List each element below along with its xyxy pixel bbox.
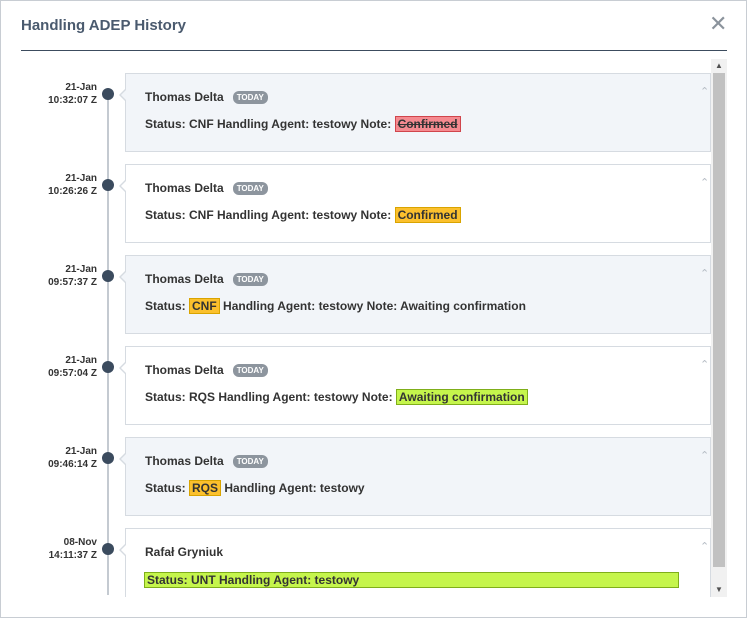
author-name: Thomas Delta (145, 181, 224, 195)
today-badge: TODAY (232, 182, 268, 195)
author-name: Rafał Gryniuk (145, 545, 224, 559)
status-text: Status: (145, 299, 190, 313)
entry-date: 21-Jan (65, 446, 97, 457)
scroll-up-arrow[interactable]: ▲ (711, 59, 727, 73)
changed-value-highlight: Awaiting confirmation (395, 389, 528, 405)
entry-time: 14:11:37 Z (48, 550, 97, 561)
history-entry: 21-Jan 09:46:14 Z Thomas Delta TODAY ⌃ Status… (21, 437, 711, 516)
entry-timestamp: 21-Jan 09:46:14 Z (21, 445, 97, 471)
timeline-dot (102, 543, 114, 555)
entry-date: 08-Nov (63, 537, 97, 548)
handling-adep-history-dialog: Handling ADEP History ✕ 21-Jan 10:32:07 Z… (0, 0, 747, 618)
entry-time: 09:57:37 Z (48, 277, 97, 288)
entry-timestamp: 21-Jan 10:32:07 Z (21, 81, 97, 107)
entry-date: 21-Jan (65, 82, 97, 93)
history-entry: 21-Jan 10:32:07 Z Thomas Delta TODAY ⌃ Status… (21, 73, 711, 152)
history-card[interactable]: Thomas Delta TODAY ⌃ Status: RQS Handling A… (119, 437, 711, 516)
chevron-up-icon[interactable]: ⌃ (700, 542, 709, 553)
status-text-suffix: Handling Agent: testowy Note: Awaiting c… (219, 299, 526, 313)
scrollbar-thumb[interactable] (713, 73, 725, 567)
history-card[interactable]: Thomas Delta TODAY ⌃ Status: RQS Handling A… (119, 346, 711, 425)
entry-timestamp: 21-Jan 09:57:37 Z (21, 263, 97, 289)
today-badge: TODAY (232, 91, 268, 104)
today-badge: TODAY (232, 364, 268, 377)
changed-value-highlight: Confirmed (394, 207, 461, 223)
author-name: Thomas Delta (145, 454, 224, 468)
status-text: Status: CNF Handling Agent: testowy Note… (145, 117, 395, 131)
entry-timestamp: 08-Nov 14:11:37 Z (21, 536, 97, 562)
timeline-dot (102, 270, 114, 282)
close-icon[interactable]: ✕ (709, 13, 727, 35)
today-badge: TODAY (232, 273, 268, 286)
scroll-down-arrow[interactable]: ▼ (711, 583, 727, 597)
status-text: Status: (145, 481, 190, 495)
entry-status-line: Status: CNF Handling Agent: testowy Note… (145, 116, 461, 132)
title-divider (21, 50, 727, 51)
entry-date: 21-Jan (65, 355, 97, 366)
entry-time: 10:26:26 Z (48, 186, 97, 197)
history-entry: 21-Jan 09:57:37 Z Thomas Delta TODAY ⌃ Status… (21, 255, 711, 334)
entry-status-line: Status: UNT Handling Agent: testowy (144, 572, 679, 588)
today-badge: TODAY (232, 455, 268, 468)
chevron-up-icon[interactable]: ⌃ (700, 451, 709, 462)
chevron-up-icon[interactable]: ⌃ (700, 178, 709, 189)
entry-author: Thomas Delta TODAY (145, 272, 268, 286)
entry-author: Thomas Delta TODAY (145, 90, 268, 104)
entry-author: Thomas Delta TODAY (145, 454, 268, 468)
entry-status-line: Status: CNF Handling Agent: testowy Note… (145, 298, 526, 314)
status-text: Status: CNF Handling Agent: testowy Note… (145, 208, 395, 222)
author-name: Thomas Delta (145, 363, 224, 377)
changed-value-highlight: RQS (189, 480, 222, 496)
history-card[interactable]: Thomas Delta TODAY ⌃ Status: CNF Handling A… (119, 164, 711, 243)
status-text-suffix: Handling Agent: testowy (221, 481, 365, 495)
dialog-title: Handling ADEP History (21, 17, 187, 34)
changed-value-highlight: Confirmed (394, 116, 461, 132)
history-card[interactable]: Thomas Delta TODAY ⌃ Status: CNF Handling A… (119, 73, 711, 152)
entry-author: Rafał Gryniuk (145, 545, 223, 559)
entry-timestamp: 21-Jan 09:57:04 Z (21, 354, 97, 380)
history-card[interactable]: Thomas Delta TODAY ⌃ Status: CNF Handling A… (119, 255, 711, 334)
vertical-scrollbar[interactable]: ▲ ▼ (711, 59, 727, 597)
history-card[interactable]: Rafał Gryniuk ⌃ Status: UNT Handling Agent… (119, 528, 711, 597)
author-name: Thomas Delta (145, 272, 224, 286)
history-entry: 21-Jan 09:57:04 Z Thomas Delta TODAY ⌃ Status… (21, 346, 711, 425)
entry-time: 10:32:07 Z (48, 95, 97, 106)
timeline-dot (102, 179, 114, 191)
chevron-up-icon[interactable]: ⌃ (700, 360, 709, 371)
chevron-up-icon[interactable]: ⌃ (700, 87, 709, 98)
entry-timestamp: 21-Jan 10:26:26 Z (21, 172, 97, 198)
status-text: Status: RQS Handling Agent: testowy Note… (145, 390, 396, 404)
entry-date: 21-Jan (65, 173, 97, 184)
entry-author: Thomas Delta TODAY (145, 181, 268, 195)
changed-value-highlight: Status: UNT Handling Agent: testowy (144, 572, 679, 588)
history-timeline: 21-Jan 10:32:07 Z Thomas Delta TODAY ⌃ Status… (21, 59, 727, 597)
entry-time: 09:57:04 Z (48, 368, 97, 379)
entry-date: 21-Jan (65, 264, 97, 275)
changed-value-highlight: CNF (189, 298, 220, 314)
timeline-dot (102, 452, 114, 464)
chevron-up-icon[interactable]: ⌃ (700, 269, 709, 280)
history-entry: 21-Jan 10:26:26 Z Thomas Delta TODAY ⌃ Status… (21, 164, 711, 243)
entry-status-line: Status: RQS Handling Agent: testowy (145, 480, 365, 496)
entry-status-line: Status: CNF Handling Agent: testowy Note… (145, 207, 461, 223)
entry-status-line: Status: RQS Handling Agent: testowy Note… (145, 389, 528, 405)
timeline-dot (102, 361, 114, 373)
author-name: Thomas Delta (145, 90, 224, 104)
entry-author: Thomas Delta TODAY (145, 363, 268, 377)
history-entry: 08-Nov 14:11:37 Z Rafał Gryniuk ⌃ Status: UN… (21, 528, 711, 597)
timeline-dot (102, 88, 114, 100)
entry-time: 09:46:14 Z (48, 459, 97, 470)
